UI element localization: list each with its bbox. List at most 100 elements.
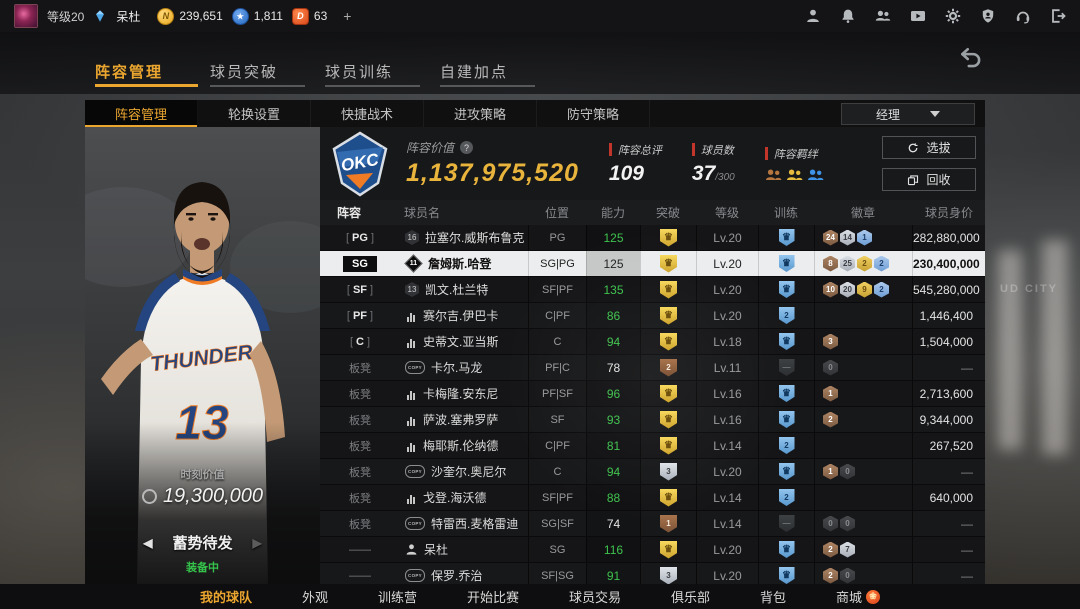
arena-banner: [1042, 240, 1068, 455]
price-cell: 9,344,000: [912, 407, 985, 432]
table-row[interactable]: 板凳 戈登.海沃德 SF|PF 88 ♛ Lv.14 2 640,000: [320, 485, 985, 511]
main-tab-1[interactable]: 阵容管理: [95, 48, 210, 94]
team-stats: 阵容总评 109 球员数 37/300: [579, 142, 735, 186]
sub-tab-2[interactable]: 轮换设置: [198, 100, 311, 127]
badge-hex-silver: 14: [840, 229, 855, 246]
table-row[interactable]: [PF] 赛尔吉.伊巴卡 C|PF 86 ♛ Lv.20 2 1,446,400: [320, 303, 985, 329]
copy-stamp-icon: COPY: [405, 517, 425, 530]
exit-icon[interactable]: [1050, 8, 1066, 24]
player-name-cell: 11 詹姆斯.哈登: [400, 251, 528, 276]
table-row[interactable]: [C] 史蒂文.亚当斯 C 94 ♛ Lv.18 ♛ 3 1,504,000: [320, 329, 985, 355]
table-row[interactable]: —— COPY 保罗.乔治 SF|SG 91 3 Lv.20 ♛ 2 0—: [320, 563, 985, 585]
stat-bars-icon: [405, 414, 417, 426]
gold-coin[interactable]: N 239,651: [157, 7, 223, 25]
table-row[interactable]: 板凳 萨波.塞弗罗萨 SF 93 ♛ Lv.16 ♛ 2 9,344,000: [320, 407, 985, 433]
position-cell: C: [528, 459, 586, 484]
copy-icon: [908, 174, 919, 185]
badges-cell: 27: [814, 537, 912, 562]
star-points[interactable]: ★ 1,811: [231, 7, 283, 25]
bottom-nav-5[interactable]: 球员交易: [569, 587, 621, 606]
avatar[interactable]: [14, 4, 38, 28]
diamond-d[interactable]: D 63: [291, 7, 327, 25]
moment-prev-arrow[interactable]: ◀: [143, 536, 152, 550]
badges-cell: 24 14 1: [814, 225, 912, 250]
sub-tab-4[interactable]: 进攻策略: [424, 100, 537, 127]
security-icon[interactable]: [980, 8, 996, 24]
price-cell: 282,880,000: [912, 225, 985, 250]
main-tab-2[interactable]: 球员突破: [210, 48, 325, 94]
bottom-nav-1[interactable]: 我的球队: [200, 587, 252, 606]
column-header-3: 位置: [544, 206, 569, 220]
add-currency-button[interactable]: +: [343, 8, 351, 24]
bottom-nav-8[interactable]: 商城 ❀: [836, 587, 881, 606]
breakthrough-shield-icon: 3: [660, 462, 677, 481]
column-header-5: 突破: [655, 206, 680, 220]
recycle-button[interactable]: 回收: [882, 168, 976, 191]
slot-cell: SG: [320, 251, 400, 276]
moment-next-arrow[interactable]: ▶: [253, 536, 262, 550]
gear-icon[interactable]: [945, 8, 961, 24]
position-cell: C: [528, 329, 586, 354]
table-row[interactable]: [SF] 13 凯文.杜兰特 SF|PF 135 ♛ Lv.20 ♛ 10 20 9 2 545,280…: [320, 277, 985, 303]
position-cell: SG|SF: [528, 511, 586, 536]
price-cell: —: [912, 511, 985, 536]
bracket-right: ]: [370, 231, 375, 244]
bell-icon[interactable]: [840, 8, 856, 24]
badges-cell: 8 25 2 2: [814, 251, 912, 276]
table-row[interactable]: 板凳 COPY 特雷西.麦格雷迪 SG|SF 74 1 Lv.14—0 0—: [320, 511, 985, 537]
select-button[interactable]: 选拔: [882, 136, 976, 159]
moment-name: 蓄势待发: [172, 535, 233, 552]
breakthrough-cell: 3: [640, 563, 696, 585]
table-row[interactable]: SG 11 詹姆斯.哈登 SG|PG 125 ♛ Lv.20 ♛ 8 25 2 2 230,400,00…: [320, 251, 985, 277]
price-cell: 2,713,600: [912, 381, 985, 406]
bottom-nav-6[interactable]: 俱乐部: [671, 587, 710, 606]
recycle-button-label: 回收: [926, 173, 951, 187]
table-row[interactable]: 板凳 卡梅隆.安东尼 PF|SF 96 ♛ Lv.16 ♛ 1 2,713,600: [320, 381, 985, 407]
help-icon[interactable]: ?: [460, 141, 474, 154]
undo-button[interactable]: [958, 46, 984, 68]
player-name-cell: 呆杜: [400, 537, 528, 562]
player-name: 凯文.杜兰特: [425, 283, 489, 297]
table-row[interactable]: 板凳 COPY 沙奎尔.奥尼尔 C 94 3 Lv.20 ♛ 1 0—: [320, 459, 985, 485]
bottom-nav-4[interactable]: 开始比赛: [467, 587, 519, 606]
profile-icon[interactable]: [805, 8, 821, 24]
table-row[interactable]: 板凳 COPY 卡尔.马龙 PF|C 78 2 Lv.11 — 0 —: [320, 355, 985, 381]
bottom-nav-7[interactable]: 背包: [760, 587, 786, 606]
price-cell: —: [912, 537, 985, 562]
stat-bars-icon: [405, 492, 417, 504]
sub-tab-1[interactable]: 阵容管理: [85, 100, 198, 127]
position-cell: PF|SF: [528, 381, 586, 406]
training-shield-icon: ♛: [778, 463, 795, 480]
slot-cell: ——: [320, 537, 400, 562]
friends-icon[interactable]: [875, 8, 891, 24]
badge-hex-bronze: 2: [823, 411, 838, 428]
table-row[interactable]: —— 呆杜 SG 116 ♛ Lv.20 ♛ 2 7—: [320, 537, 985, 563]
headset-icon[interactable]: [1015, 8, 1031, 24]
bottom-nav-3[interactable]: 训练营: [378, 587, 417, 606]
sub-tab-3[interactable]: 快捷战术: [311, 100, 424, 127]
position-cell: SG|PG: [528, 251, 586, 276]
player-name: 赛尔吉.伊巴卡: [423, 309, 499, 323]
stat-bars-icon: [405, 440, 417, 452]
currency-bar: N 239,651 ★ 1,811 D 63: [157, 7, 336, 25]
training-cell: 2: [758, 485, 814, 510]
training-cell: ♛: [758, 329, 814, 354]
slot-label: PG: [352, 231, 368, 244]
training-cell: —: [758, 355, 814, 380]
table-row[interactable]: [PG] 16 拉塞尔.威斯布鲁克 PG 125 ♛ Lv.20 ♛ 24 14 1 282,880,…: [320, 225, 985, 251]
training-shield-icon: ♛: [778, 541, 795, 558]
team-stat-label: 阵容总评: [608, 142, 662, 158]
video-icon[interactable]: [910, 8, 926, 24]
bottom-nav-2[interactable]: 外观: [302, 587, 328, 606]
ability-cell: 74: [586, 511, 640, 536]
sub-tab-5[interactable]: 防守策略: [537, 100, 650, 127]
equipped-status: 装备中: [186, 562, 219, 574]
price-cell: —: [912, 355, 985, 380]
main-tab-4[interactable]: 自建加点: [440, 48, 555, 94]
moment-switcher: ◀ 蓄势待发 ▶: [85, 532, 320, 553]
content-panel: 阵容管理 轮换设置 快捷战术 进攻策略 防守策略 经理 THUNDER 时刻价值…: [85, 100, 985, 585]
main-tab-3[interactable]: 球员训练: [325, 48, 440, 94]
manager-dropdown[interactable]: 经理: [841, 103, 975, 125]
slot-label: 板凳: [349, 414, 371, 427]
table-row[interactable]: 板凳 梅耶斯.伦纳德 C|PF 81 ♛ Lv.14 2 267,520: [320, 433, 985, 459]
